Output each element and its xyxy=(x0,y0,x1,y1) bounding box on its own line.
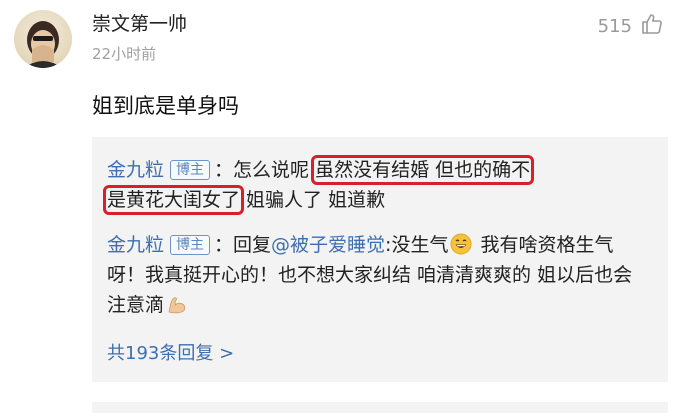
avatar[interactable] xyxy=(14,10,72,68)
divider xyxy=(92,402,668,413)
grinning-emoji-icon xyxy=(450,233,472,255)
author-badge: 博主 xyxy=(170,235,211,255)
username[interactable]: 崇文第一帅 xyxy=(92,12,187,36)
view-more-replies-link[interactable]: 共193条回复 > xyxy=(107,342,234,366)
flexed-biceps-emoji-icon xyxy=(166,293,188,315)
reply-author[interactable]: 金九粒 xyxy=(107,159,164,181)
reply-item: 金九粒 博主 ：怎么说呢 虽然没有结婚 但也的确不是黄花大闺女了 姐骗人了 姐道歉 xyxy=(102,155,647,215)
comment-body: 姐到底是单身吗 xyxy=(92,94,239,118)
reply-suffix: 姐骗人了 姐道歉 xyxy=(240,189,386,211)
replies-panel: 金九粒 博主 ：怎么说呢 虽然没有结婚 但也的确不 是黄花大闺女了 姐骗人了 姐道歉 … xyxy=(92,137,668,382)
like-button[interactable]: 515 xyxy=(598,12,664,41)
timestamp: 22小时前 xyxy=(92,45,157,63)
highlighted-text: 虽然没有结婚 但也的确不 xyxy=(311,155,535,185)
author-badge: 博主 xyxy=(170,160,211,180)
like-count: 515 xyxy=(597,16,632,37)
reply-item: 金九粒 博主 ：回复@被子爱睡觉:没生气 我有啥资格生气呀！我真挺开心的！也不想大家… xyxy=(107,230,647,320)
highlighted-text: 是黄花大闺女了 xyxy=(102,185,245,215)
user-mention[interactable]: @被子爱睡觉 xyxy=(271,234,385,256)
thumbs-up-icon xyxy=(640,12,664,41)
reply-prefix: ：回复 xyxy=(214,234,272,256)
reply-prefix: ：怎么说呢 xyxy=(214,159,316,181)
reply-author[interactable]: 金九粒 xyxy=(107,234,164,256)
reply-text: :没生气 xyxy=(385,234,449,256)
